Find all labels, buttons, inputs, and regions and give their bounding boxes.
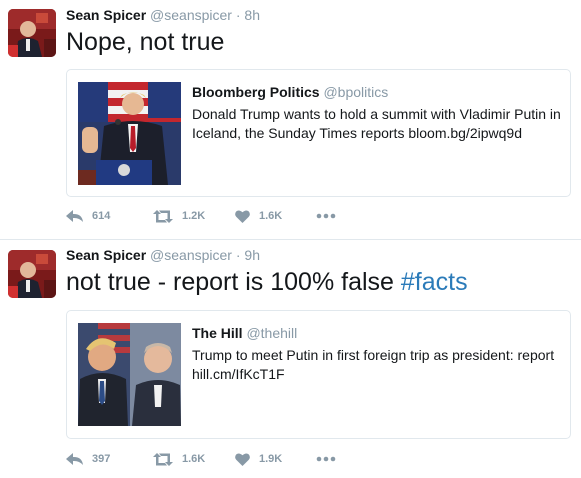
avatar[interactable] <box>8 250 56 298</box>
like-count: 1.6K <box>259 210 283 222</box>
avatar-image <box>8 9 56 57</box>
author-name[interactable]: Sean Spicer <box>66 7 146 23</box>
separator: · <box>235 7 241 23</box>
card-link[interactable]: bloom.bg/2ipwq9d <box>408 125 522 141</box>
avatar-image <box>8 250 56 298</box>
like-count: 1.9K <box>259 453 283 465</box>
quoted-tweet-card[interactable]: Bloomberg Politics @bpolitics Donald Tru… <box>66 69 571 197</box>
retweet-count: 1.2K <box>182 210 206 222</box>
tweet-header: Sean Spicer @seanspicer · 9h <box>66 247 260 263</box>
card-source-name: Bloomberg Politics <box>192 84 320 100</box>
tweet-text: not true - report is 100% false #facts <box>66 267 468 297</box>
card-image <box>78 323 181 426</box>
avatar[interactable] <box>8 9 56 57</box>
card-text: Donald Trump wants to hold a summit with… <box>192 105 562 143</box>
tweet-header: Sean Spicer @seanspicer · 8h <box>66 7 260 23</box>
author-handle[interactable]: @seanspicer <box>150 7 232 23</box>
card-link[interactable]: hill.cm/IfKcT1F <box>192 365 562 384</box>
reply-count: 397 <box>92 453 111 465</box>
timestamp[interactable]: 8h <box>244 7 260 23</box>
retweet-count: 1.6K <box>182 453 206 465</box>
reply-icon <box>66 452 83 465</box>
author-handle[interactable]: @seanspicer <box>150 247 232 263</box>
tweet[interactable]: Sean Spicer @seanspicer · 8h Nope, not t… <box>0 0 581 240</box>
tweet-text-body: Nope, not true <box>66 28 225 56</box>
more-button[interactable] <box>316 213 345 219</box>
separator: · <box>235 247 241 263</box>
retweet-button[interactable]: 1.2K <box>153 209 213 223</box>
tweet-text: Nope, not true <box>66 27 224 57</box>
tweet-actions: 614 1.2K 1.6K <box>66 206 367 226</box>
retweet-icon <box>153 452 173 466</box>
reply-icon <box>66 209 83 222</box>
card-source-handle: @thehill <box>246 325 298 341</box>
card-text-body: Trump to meet Putin in first foreign tri… <box>192 347 555 363</box>
heart-icon <box>235 452 250 466</box>
heart-icon <box>235 209 250 223</box>
tweet[interactable]: Sean Spicer @seanspicer · 9h not true - … <box>0 240 581 478</box>
card-body: Bloomberg Politics @bpolitics Donald Tru… <box>192 83 562 143</box>
retweet-button[interactable]: 1.6K <box>153 452 213 466</box>
quoted-tweet-card[interactable]: The Hill @thehill Trump to meet Putin in… <box>66 310 571 439</box>
reply-button[interactable]: 614 <box>66 209 131 223</box>
card-body: The Hill @thehill Trump to meet Putin in… <box>192 324 562 384</box>
card-image <box>78 82 181 185</box>
tweet-text-body: not true - report is 100% false <box>66 268 401 296</box>
more-icon <box>316 213 336 219</box>
author-name[interactable]: Sean Spicer <box>66 247 146 263</box>
timestamp[interactable]: 9h <box>244 247 260 263</box>
retweet-icon <box>153 209 173 223</box>
reply-count: 614 <box>92 210 111 222</box>
tweet-actions: 397 1.6K 1.9K <box>66 449 367 469</box>
hashtag-link[interactable]: #facts <box>401 268 468 296</box>
card-source-name: The Hill <box>192 325 243 341</box>
like-button[interactable]: 1.6K <box>235 209 294 223</box>
more-icon <box>316 456 336 462</box>
card-text: Trump to meet Putin in first foreign tri… <box>192 346 562 384</box>
card-source-handle: @bpolitics <box>323 84 389 100</box>
reply-button[interactable]: 397 <box>66 452 131 466</box>
more-button[interactable] <box>316 456 345 462</box>
like-button[interactable]: 1.9K <box>235 452 294 466</box>
